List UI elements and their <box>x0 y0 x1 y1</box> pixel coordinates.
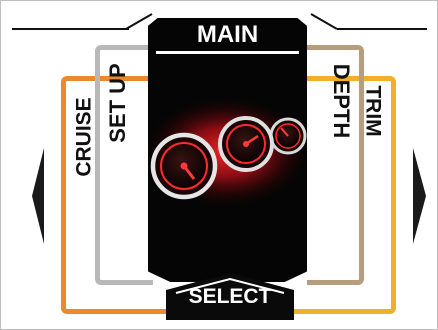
top-left-rule <box>12 28 129 30</box>
main-menu-panel[interactable]: MAIN <box>148 18 307 282</box>
menu-label-cruise: CRUISE <box>72 97 96 177</box>
gauge-small <box>269 117 307 155</box>
select-button[interactable]: SELECT <box>166 273 294 320</box>
gauge-medium <box>218 116 274 172</box>
select-button-label: SELECT <box>188 285 272 308</box>
gauge-large <box>150 132 218 200</box>
screen: CRUISE SET UP DEPTH TRIM MAIN SELECT <box>0 0 438 330</box>
scroll-left-arrow[interactable] <box>32 148 44 244</box>
main-menu-title: MAIN <box>196 21 259 48</box>
scroll-right-arrow[interactable] <box>413 148 426 244</box>
top-right-rule <box>337 28 427 30</box>
menu-label-depth: DEPTH <box>329 63 354 139</box>
menu-label-trim: TRIM <box>361 85 385 137</box>
menu-label-setup: SET UP <box>105 63 130 143</box>
gauges-icon <box>148 97 307 207</box>
